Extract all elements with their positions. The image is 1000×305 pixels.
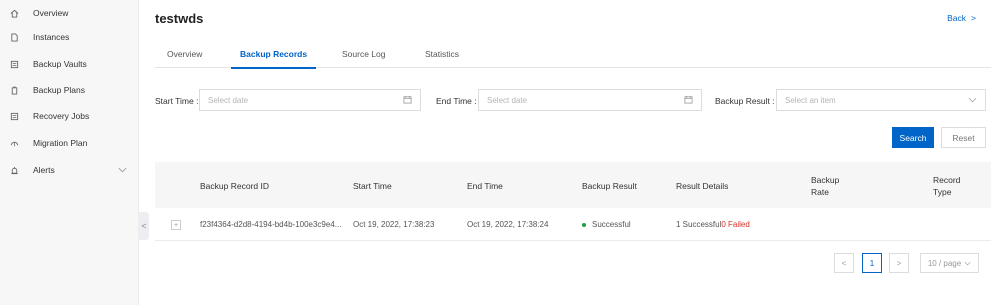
sidebar-item-migration-plan[interactable]: Migration Plan (0, 130, 139, 156)
end-time-label: End Time : (436, 96, 477, 106)
page-size-label: 10 / page (927, 258, 962, 268)
page-size-select[interactable]: 10 / page (920, 253, 979, 273)
page-1-button[interactable]: 1 (862, 253, 882, 273)
chevron-down-icon[interactable] (118, 165, 127, 175)
calendar-icon (684, 95, 693, 106)
sidebar-item-instances[interactable]: Instances (0, 24, 139, 50)
end-time-cell: Oct 19, 2022, 17:38:24 (467, 220, 549, 229)
document-icon (9, 32, 19, 42)
home-icon (9, 8, 19, 18)
backup-result-cell: Successful (582, 220, 631, 229)
back-label: Back (947, 13, 967, 23)
clipboard-icon (9, 85, 19, 95)
column-header: Record Type (933, 175, 961, 197)
previous-page-button[interactable]: < (834, 253, 854, 273)
cloud-icon (9, 138, 19, 148)
column-header: Backup Rate (811, 175, 840, 197)
chevron-left-icon: < (141, 221, 147, 231)
search-button[interactable]: Search (892, 127, 934, 148)
tab-overview[interactable]: Overview (167, 49, 202, 68)
page-title: testwds (155, 11, 204, 26)
sidebar-item-backup-vaults[interactable]: Backup Vaults (0, 51, 139, 77)
expand-row-button[interactable]: + (171, 220, 181, 230)
sidebar-item-label: Alerts (33, 165, 55, 175)
sidebar-item-alerts[interactable]: Alerts (0, 157, 139, 183)
details-failed-text: 0 Failed (721, 220, 750, 229)
backup-result-label: Backup Result : (715, 96, 775, 106)
tab-backup-records[interactable]: Backup Records (230, 49, 317, 69)
vault-icon (9, 59, 19, 69)
column-header: Start Time (353, 181, 392, 191)
details-success-text: 1 Successful (676, 220, 722, 229)
start-time-placeholder: Select date (208, 96, 249, 105)
start-time-picker[interactable]: Select date (199, 89, 421, 111)
chevron-down-icon (968, 95, 977, 105)
column-header: Result Details (676, 181, 729, 191)
start-time-cell: Oct 19, 2022, 17:38:23 (353, 220, 435, 229)
record-id-cell: f23f4364-d2d8-4194-bd4b-100e3c9e4... (200, 220, 342, 229)
column-header: Backup Record ID (200, 181, 269, 191)
list-icon (9, 111, 19, 121)
alarm-icon (9, 165, 19, 175)
next-page-button[interactable]: > (889, 253, 909, 273)
column-header: Backup Result (582, 181, 637, 191)
sidebar-collapse-button[interactable]: < (139, 212, 149, 240)
table-header: Backup Record ID Start Time End Time Bac… (155, 162, 991, 208)
sidebar-item-label: Migration Plan (33, 138, 88, 148)
column-header: End Time (467, 181, 503, 191)
end-time-placeholder: Select date (487, 96, 528, 105)
success-status-dot (582, 222, 586, 227)
end-time-picker[interactable]: Select date (478, 89, 702, 111)
chevron-right-icon: > (896, 258, 902, 268)
backup-result-placeholder: Select an item (785, 96, 836, 105)
sidebar-item-recovery-jobs[interactable]: Recovery Jobs (0, 103, 139, 129)
chevron-left-icon: < (841, 258, 847, 268)
back-link[interactable]: Back > (947, 13, 976, 23)
table-row: + f23f4364-d2d8-4194-bd4b-100e3c9e4... O… (155, 208, 991, 241)
main-content: testwds Back > Overview Backup Records S… (149, 0, 1000, 305)
tab-bar: Overview Backup Records Source Log Stati… (155, 40, 991, 69)
start-time-label: Start Time : (155, 96, 199, 106)
backup-result-text: Successful (592, 220, 631, 229)
result-details-cell: 1 Successful0 Failed (676, 220, 750, 229)
tab-statistics[interactable]: Statistics (425, 49, 459, 68)
chevron-right-icon: > (971, 13, 976, 23)
calendar-icon (403, 95, 412, 106)
sidebar: Overview Instances Backup Vaults Backup … (0, 0, 139, 305)
sidebar-item-overview[interactable]: Overview (0, 0, 139, 26)
reset-button[interactable]: Reset (941, 127, 986, 148)
backup-result-select[interactable]: Select an item (776, 89, 986, 111)
sidebar-item-label: Recovery Jobs (33, 111, 90, 121)
chevron-down-icon (964, 259, 971, 268)
tab-source-log[interactable]: Source Log (342, 49, 385, 68)
sidebar-item-label: Instances (33, 32, 70, 42)
sidebar-item-label: Overview (33, 8, 69, 18)
sidebar-item-label: Backup Vaults (33, 59, 87, 69)
sidebar-item-backup-plans[interactable]: Backup Plans (0, 77, 139, 103)
sidebar-item-label: Backup Plans (33, 85, 85, 95)
